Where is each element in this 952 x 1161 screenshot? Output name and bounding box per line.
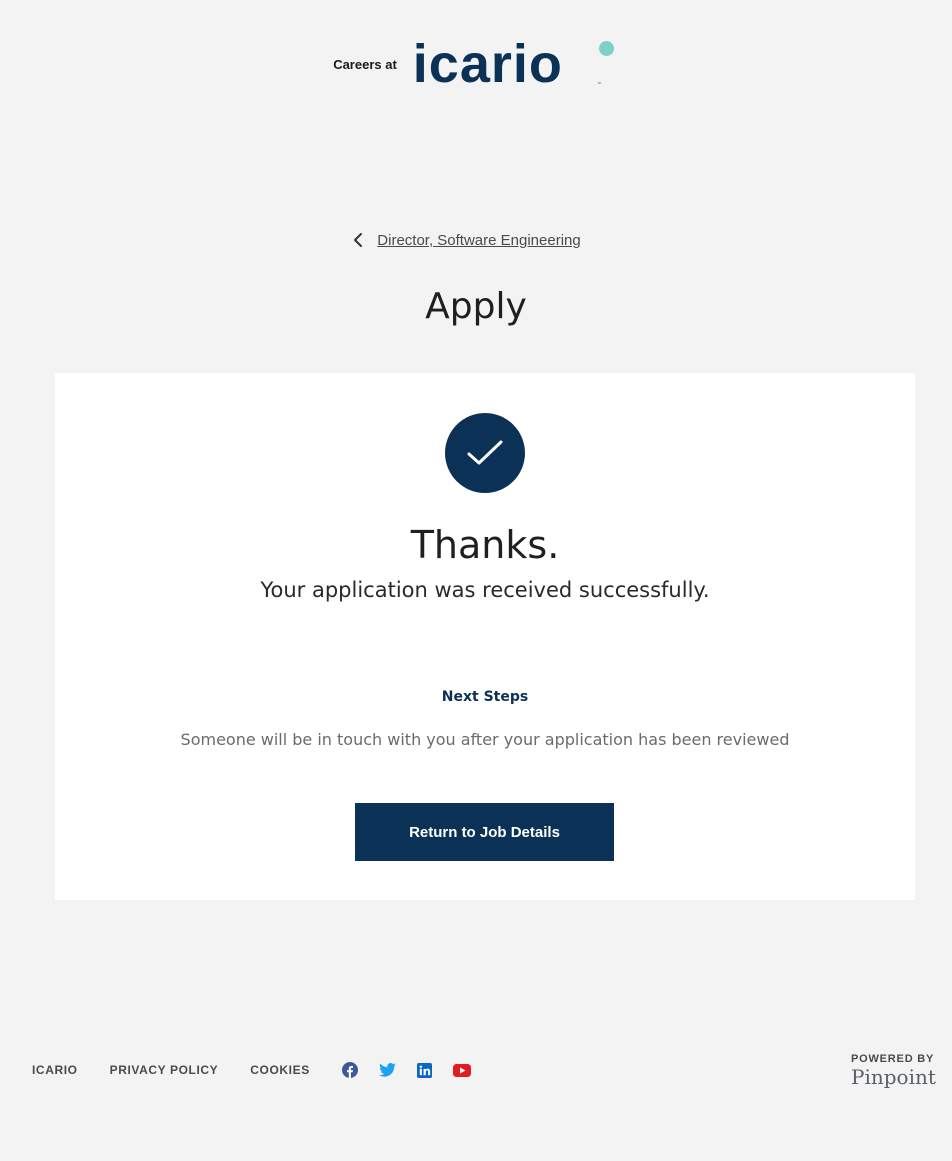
page-title: Apply <box>425 286 527 327</box>
confirmation-card: Thanks. Your application was received su… <box>55 373 915 900</box>
return-to-job-details-button[interactable]: Return to Job Details <box>355 803 614 861</box>
next-steps-title: Next Steps <box>441 689 529 705</box>
careers-at-label: Careers at <box>333 56 397 72</box>
youtube-icon[interactable] <box>452 1063 471 1077</box>
thanks-heading: Thanks. <box>410 523 560 567</box>
facebook-icon[interactable] <box>341 1062 358 1078</box>
logo-dot <box>598 41 614 56</box>
logo-trademark: ™ <box>596 82 602 88</box>
footer-link-cookies[interactable]: COOKIES <box>250 1063 310 1077</box>
success-message: Your application was received successful… <box>260 578 710 602</box>
social-links <box>341 1062 492 1078</box>
job-title-link[interactable]: Director, Software Engineering <box>377 232 580 249</box>
footer-link-icario[interactable]: ICARIO <box>32 1063 78 1077</box>
logo-wordmark: icario <box>412 34 563 94</box>
site-header: Careers at icario ™ <box>0 34 952 94</box>
powered-by-pinpoint[interactable]: POWERED BY Pinpoint <box>851 1052 941 1088</box>
checkmark-icon <box>467 440 503 465</box>
footer-link-privacy-policy[interactable]: PRIVACY POLICY <box>110 1063 219 1077</box>
success-badge <box>445 413 525 493</box>
icario-logo[interactable]: icario ™ <box>413 34 619 94</box>
back-to-job-link[interactable]: Director, Software Engineering <box>0 230 952 250</box>
pinpoint-logo: Pinpoint <box>851 1065 936 1089</box>
next-steps-text: Someone will be in touch with you after … <box>180 730 790 749</box>
powered-by-label: POWERED BY <box>851 1053 935 1065</box>
twitter-icon[interactable] <box>378 1063 396 1077</box>
site-footer: ICARIO PRIVACY POLICY COOKIES <box>32 1058 492 1082</box>
chevron-left-icon <box>354 233 363 247</box>
linkedin-icon[interactable] <box>416 1062 432 1078</box>
